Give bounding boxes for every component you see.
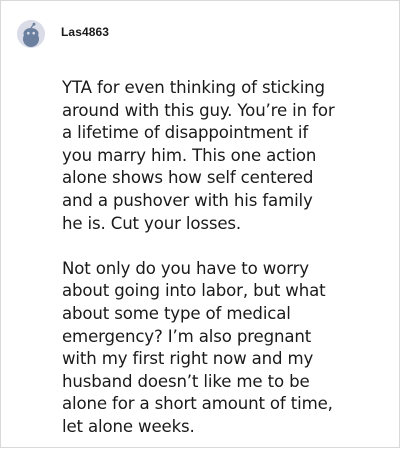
comment-body: YTA for even thinking of sticking around…	[62, 77, 397, 461]
text-line: a lifetime of disappointment if	[62, 123, 309, 143]
comment-username[interactable]: Las4863	[61, 25, 109, 39]
comment-paragraph: Not only do you have to worry about goin…	[62, 258, 397, 439]
reddit-snoo-icon	[17, 20, 45, 48]
text-line: he is. Cut your losses.	[62, 213, 242, 233]
text-line: YTA for even thinking of sticking	[62, 78, 325, 97]
comment-paragraph: YTA for even thinking of sticking around…	[62, 77, 397, 235]
text-line: about some type of medical	[62, 303, 291, 323]
text-line: and a pushover with his family	[62, 190, 313, 210]
comment-card: Las4863 YTA for even thinking of stickin…	[0, 0, 400, 448]
text-line: alone shows how self centered	[62, 168, 314, 188]
text-line: husband doesn’t like me to be	[62, 371, 310, 391]
comment-header: Las4863	[17, 19, 109, 49]
text-line: Not only do you have to worry	[62, 258, 309, 278]
text-line: let alone weeks.	[62, 416, 195, 436]
text-line: you marry him. This one action	[62, 145, 317, 165]
text-line: about going into labor, but what	[62, 281, 326, 301]
text-line: with my first right now and my	[62, 349, 314, 369]
text-line: around with this guy. You’re in for	[62, 100, 335, 120]
text-line: alone for a short amount of time,	[62, 394, 333, 414]
avatar[interactable]	[17, 20, 45, 48]
text-line: emergency? I’m also pregnant	[62, 326, 312, 346]
